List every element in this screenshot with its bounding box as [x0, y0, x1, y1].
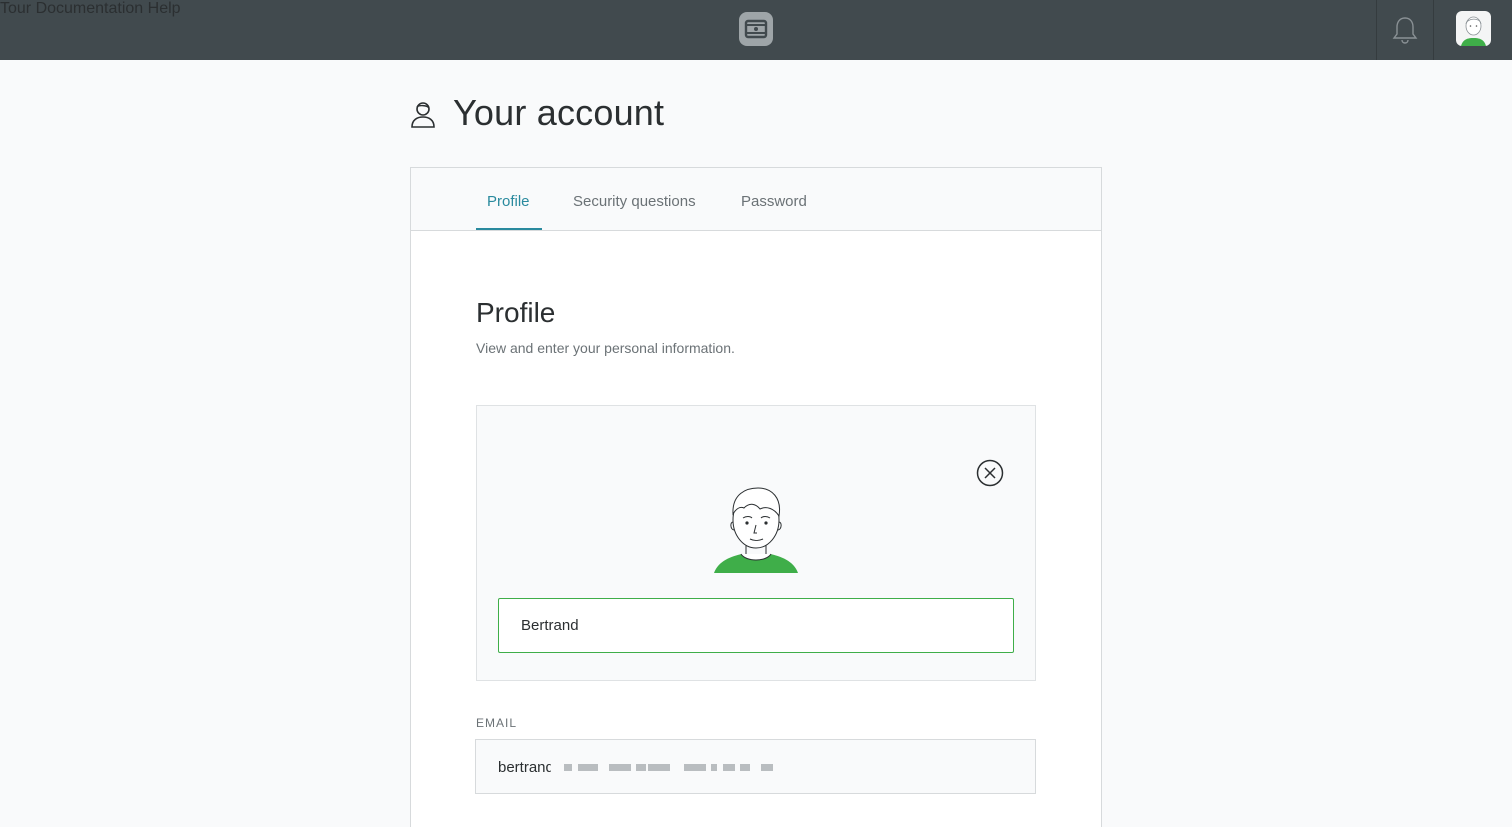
- section-description: View and enter your personal information…: [476, 340, 735, 356]
- user-avatar[interactable]: [1456, 11, 1491, 46]
- redacted-text: [609, 764, 631, 771]
- redacted-text: [711, 764, 717, 771]
- nav-tour-link[interactable]: Tour: [0, 0, 31, 17]
- redacted-text: [636, 764, 646, 771]
- redacted-text: [578, 764, 598, 771]
- avatar-panel: [476, 405, 1036, 681]
- bell-icon[interactable]: [1391, 15, 1419, 45]
- user-icon: [409, 100, 437, 130]
- topbar-divider: [1376, 0, 1377, 60]
- section-title: Profile: [476, 297, 556, 328]
- redacted-text: [684, 764, 706, 771]
- email-label: EMAIL: [476, 716, 518, 730]
- avatar-icon[interactable]: [706, 476, 806, 576]
- redacted-text: [723, 764, 735, 771]
- page-title: Your account: [453, 92, 665, 133]
- logo-icon[interactable]: [739, 12, 773, 46]
- redacted-text: [648, 764, 670, 771]
- top-bar: Tour Documentation Help: [0, 0, 1512, 60]
- close-circle-icon[interactable]: [976, 459, 1004, 487]
- account-card: Profile Security questions Password Prof…: [410, 167, 1102, 827]
- active-tab-indicator: [476, 228, 542, 230]
- tab-profile[interactable]: Profile: [487, 193, 530, 210]
- tab-password[interactable]: Password: [741, 193, 807, 210]
- nav-help-link[interactable]: Help: [148, 0, 181, 17]
- topbar-divider: [1433, 0, 1434, 60]
- tab-bar: Profile Security questions Password: [411, 168, 1101, 231]
- tab-security-questions[interactable]: Security questions: [573, 193, 696, 210]
- email-value: bertrand: [498, 759, 551, 776]
- email-field[interactable]: bertrand: [475, 739, 1036, 794]
- redacted-text: [761, 764, 773, 771]
- name-input[interactable]: [498, 598, 1014, 653]
- redacted-text: [564, 764, 572, 771]
- redacted-text: [740, 764, 750, 771]
- nav-documentation-link[interactable]: Documentation: [36, 0, 144, 17]
